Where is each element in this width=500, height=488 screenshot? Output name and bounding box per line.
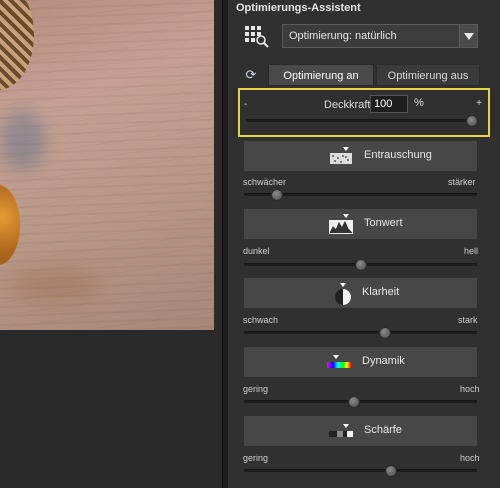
clarity-slider-track[interactable] [244,327,477,339]
optimization-panel: Optimierungs-Assistent Optimierung: natü… [228,0,500,488]
optimization-on-button[interactable]: Optimierung an [268,64,374,86]
clarity-button[interactable]: Klarheit [244,278,477,308]
photo-basket-region [0,0,34,90]
dynamics-slider-thumb[interactable] [347,396,360,408]
panel-title: Optimierungs-Assistent [236,2,361,14]
dynamics-button[interactable]: Dynamik [244,347,477,377]
noise-reduction-label: Entrauschung [364,149,432,161]
tonal-max-label: hell [464,246,479,256]
dynamics-min-label: gering [243,384,269,394]
color-dynamics-icon [327,355,351,368]
opacity-max-label: + [476,98,482,109]
image-canvas-area [0,0,222,488]
clarity-slider-thumb[interactable] [378,327,391,339]
sharpness-label: Schärfe [364,424,402,436]
optimization-off-button[interactable]: Optimierung aus [376,64,480,86]
tonal-slider-thumb[interactable] [354,259,367,271]
clarity-min-label: schwach [243,315,279,325]
tonal-slider-track[interactable] [244,259,477,271]
tonal-min-label: dunkel [243,246,270,256]
optimization-mode-value: Optimierung: natürlich [289,30,397,42]
chevron-down-icon[interactable] [459,25,477,47]
opacity-value-input[interactable] [370,95,408,113]
noise-icon [330,147,352,164]
noise-reduction-button[interactable]: Entrauschung [244,141,477,171]
dynamics-slider-track[interactable] [244,396,477,408]
histogram-icon [329,214,353,234]
photo-orange-region [0,185,20,265]
noise-min-label: schwächer [243,177,287,187]
tonal-value-label: Tonwert [364,217,403,229]
optimization-mode-select[interactable]: Optimierung: natürlich [282,24,478,48]
opacity-slider-thumb[interactable] [466,115,478,127]
noise-max-label: stärker [448,177,476,187]
opacity-slider-track[interactable] [246,115,478,127]
clarity-max-label: stark [458,315,478,325]
sharpness-slider-thumb[interactable] [385,465,398,477]
dynamics-label: Dynamik [362,355,405,367]
sharpness-min-label: gering [243,453,269,463]
noise-slider-track[interactable] [244,189,477,201]
refresh-icon[interactable]: ⟳ [242,66,260,84]
tonal-value-button[interactable]: Tonwert [244,209,477,239]
sharpness-icon [329,424,353,437]
clarity-label: Klarheit [362,286,400,298]
photo-preview[interactable] [0,0,214,330]
sharpness-button[interactable]: Schärfe [244,416,477,446]
dynamics-max-label: hoch [460,384,480,394]
opacity-label: Deckkraft [324,99,371,111]
opacity-control-highlight: - Deckkraft % + [238,88,490,137]
sharpness-max-label: hoch [460,453,480,463]
clarity-icon [335,283,351,305]
sharpness-slider-track[interactable] [244,465,477,477]
opacity-unit: % [414,97,424,109]
opacity-min-label: - [244,99,248,110]
noise-slider-thumb[interactable] [270,189,283,201]
presets-grid-icon[interactable] [244,24,270,48]
